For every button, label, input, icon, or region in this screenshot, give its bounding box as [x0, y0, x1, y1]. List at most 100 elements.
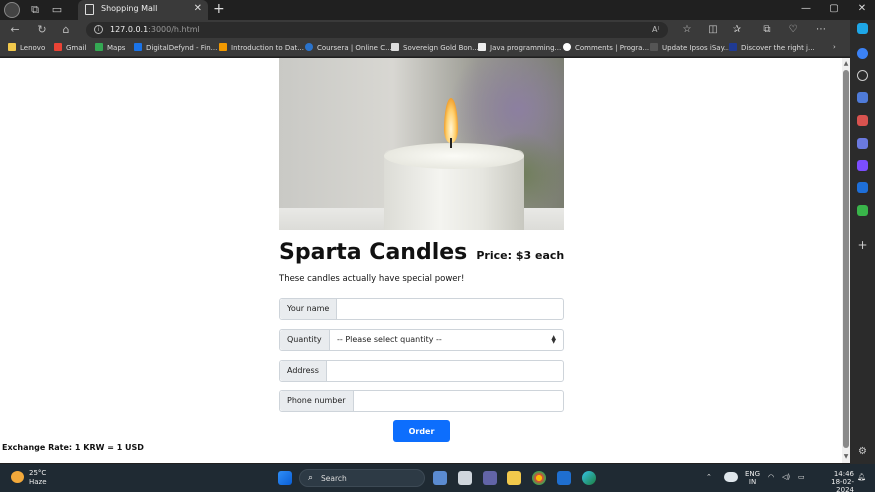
quantity-label: Quantity [280, 330, 330, 350]
time: 14:46 [833, 470, 854, 478]
home-icon[interactable]: ⌂ [59, 23, 73, 37]
language-indicator[interactable]: ENG IN [745, 470, 760, 486]
bookmark-item[interactable]: Lenovo [8, 43, 45, 52]
page-icon [85, 4, 94, 15]
phone-label: Phone number [280, 391, 354, 411]
quantity-selected-value: -- Please select quantity -- [337, 335, 442, 344]
name-label: Your name [280, 299, 338, 319]
workspaces-icon[interactable]: ⧉ [28, 3, 42, 17]
drop-icon[interactable] [857, 205, 868, 216]
new-tab-icon[interactable]: + [213, 1, 225, 17]
split-screen-icon[interactable]: ◫ [706, 23, 720, 37]
product-title-row: Sparta Candles Price: $3 each [279, 240, 564, 265]
name-input-group[interactable]: Your name [279, 298, 564, 320]
weather-widget[interactable]: 25°C Haze [29, 469, 47, 487]
bookmark-item[interactable]: Comments | Progra... [563, 43, 649, 52]
order-button[interactable]: Order [393, 420, 450, 442]
bookmark-item[interactable]: Update Ipsos iSay... [650, 43, 730, 52]
refresh-icon[interactable]: ↻ [35, 23, 49, 37]
bookmark-item[interactable]: Discover the right j... [729, 43, 815, 52]
outlook-icon[interactable] [857, 182, 868, 193]
bookmark-item[interactable]: Java programming... [478, 43, 561, 52]
bookmark-item[interactable]: Coursera | Online C... [305, 43, 392, 52]
price-label: Price: $3 each [476, 249, 565, 262]
profile-avatar[interactable] [4, 2, 20, 18]
bookmark-item[interactable]: Maps [95, 43, 125, 52]
task-view-icon[interactable] [458, 471, 472, 485]
bookmark-item[interactable]: Gmail [54, 43, 86, 52]
tab-shopping-mall[interactable]: Shopping Mall ✕ [78, 0, 208, 20]
settings-gear-icon[interactable]: ⚙ [857, 446, 868, 457]
notifications-icon[interactable] [857, 48, 868, 59]
bookmark-item[interactable]: DigitalDefynd - Fin... [134, 43, 217, 52]
scroll-down-icon[interactable]: ▼ [842, 453, 850, 461]
address-input-group[interactable]: Address [279, 360, 564, 382]
exchange-rate: Exchange Rate: 1 KRW = 1 USD [2, 443, 144, 452]
file-explorer-icon[interactable] [507, 471, 521, 485]
bookmark-item[interactable]: Sovereign Gold Bon... [391, 43, 479, 52]
page-icon [391, 43, 399, 51]
favorites-star-icon[interactable]: ☆ [680, 23, 694, 37]
notification-bell-icon[interactable]: 🔔︎ [857, 473, 866, 481]
bookmarks-overflow-icon[interactable]: › [833, 43, 836, 51]
read-aloud-icon[interactable]: A⁾ [652, 25, 659, 34]
tab-actions-icon[interactable]: ▭ [50, 3, 64, 17]
chrome-icon[interactable] [532, 471, 546, 485]
java-icon [478, 43, 486, 51]
quantity-select[interactable]: Quantity -- Please select quantity -- ▲ ▼ [279, 329, 564, 351]
microsoft365-icon[interactable] [857, 160, 868, 171]
vscode-icon[interactable] [557, 471, 571, 485]
page-title: Sparta Candles [279, 240, 468, 265]
close-tab-icon[interactable]: ✕ [194, 3, 202, 14]
bookmark-item[interactable]: Introduction to Dat... [219, 43, 304, 52]
minimize-icon[interactable]: — [800, 3, 812, 14]
web-page: Sparta Candles Price: $3 each These cand… [0, 58, 842, 463]
edge-icon[interactable] [582, 471, 596, 485]
url-text: 127.0.0.1:3000/h.html [110, 25, 200, 34]
weather-icon[interactable] [11, 471, 24, 483]
product-description: These candles actually have special powe… [279, 274, 465, 284]
add-sidebar-app-icon[interactable]: + [857, 239, 868, 251]
search-icon: ⌕ [308, 473, 314, 483]
maps-icon [95, 43, 103, 51]
tools-icon[interactable] [857, 115, 868, 126]
scroll-up-icon[interactable]: ▲ [842, 60, 850, 68]
taskbar-search[interactable]: ⌕ Search [299, 469, 425, 487]
wifi-icon[interactable]: ◠ [768, 473, 774, 481]
select-caret-icon: ▲ ▼ [551, 334, 556, 345]
search-label: Search [321, 474, 347, 483]
copilot-icon[interactable] [433, 471, 447, 485]
unstop-icon [729, 43, 737, 51]
maximize-icon[interactable]: ▢ [828, 3, 840, 14]
teams-icon[interactable] [483, 471, 497, 485]
start-icon[interactable] [278, 471, 292, 485]
windows-taskbar: 25°C Haze ⌕ Search ⌃ ENG IN ◠ ◁) ▭ 14:46… [0, 464, 875, 492]
chart-icon [219, 43, 227, 51]
edge-sidebar: + ⚙ [850, 20, 875, 464]
site-info-icon[interactable]: i [94, 25, 103, 34]
onedrive-cloud-icon[interactable] [724, 472, 738, 482]
battery-icon[interactable]: ▭ [798, 473, 805, 481]
back-icon[interactable]: ← [8, 23, 22, 37]
copilot-icon[interactable] [857, 23, 868, 34]
favorites-icon[interactable]: ✰ [730, 23, 744, 37]
games-icon[interactable] [857, 138, 868, 149]
extensions-icon[interactable]: ♡ [786, 23, 800, 37]
close-window-icon[interactable]: ✕ [856, 3, 868, 14]
weather-condition: Haze [29, 478, 47, 486]
search-icon[interactable] [857, 70, 868, 81]
address-label: Address [280, 361, 327, 381]
page-scrollbar[interactable]: ▲ ▼ [842, 58, 850, 463]
clock[interactable]: 14:46 18-02-2024 [814, 470, 854, 492]
collections-icon[interactable]: ⧉ [760, 23, 774, 37]
scroll-thumb[interactable] [843, 70, 849, 448]
address-bar[interactable]: i 127.0.0.1:3000/h.html A⁾ [86, 22, 668, 38]
more-menu-icon[interactable]: ⋯ [814, 23, 828, 37]
tab-title: Shopping Mall [101, 4, 158, 13]
show-hidden-icons-icon[interactable]: ⌃ [706, 473, 712, 481]
date: 18-02-2024 [831, 478, 854, 492]
phone-input-group[interactable]: Phone number [279, 390, 564, 412]
shopping-tag-icon[interactable] [857, 92, 868, 103]
volume-icon[interactable]: ◁) [782, 473, 790, 481]
bookmarks-bar: Lenovo Gmail Maps DigitalDefynd - Fin...… [0, 40, 850, 57]
